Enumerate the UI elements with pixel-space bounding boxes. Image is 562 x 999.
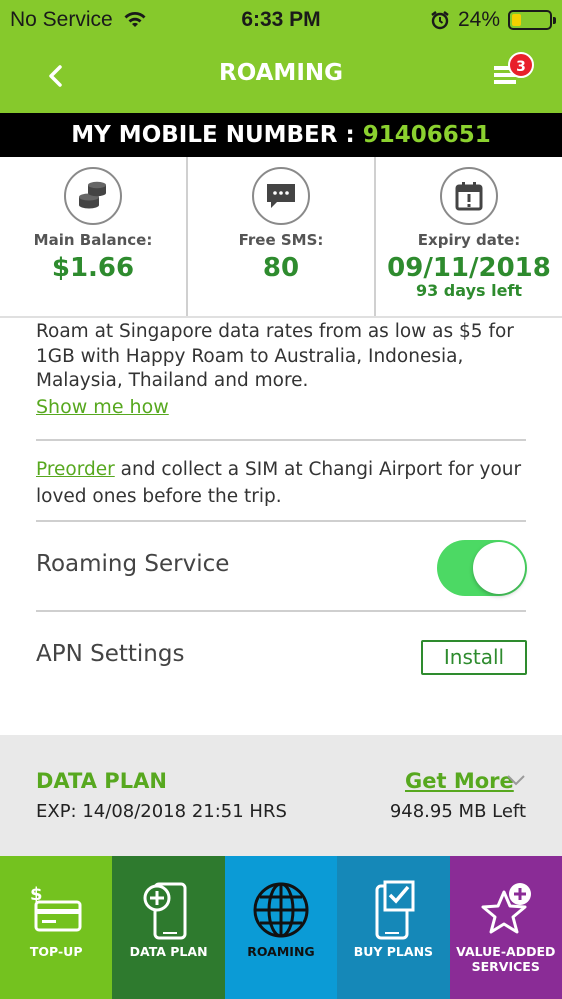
roaming-service-toggle[interactable] <box>437 540 527 596</box>
mobile-number: 91406651 <box>362 122 491 148</box>
divider <box>36 439 526 441</box>
toggle-knob <box>473 542 525 594</box>
roaming-promo-text: Roam at Singapore data rates from as low… <box>36 321 514 391</box>
main-balance-label: Main Balance: <box>33 231 153 249</box>
main-balance-value: $1.66 <box>51 253 135 283</box>
preorder-link[interactable]: Preorder <box>36 459 115 480</box>
main-balance-stat: Main Balance: $1.66 <box>0 157 186 317</box>
free-sms-value: 80 <box>262 253 300 283</box>
battery-level <box>512 14 521 26</box>
free-sms-stat: Free SMS: 80 <box>186 157 374 317</box>
preorder-text: Preorder and collect a SIM at Changi Air… <box>36 456 536 510</box>
mobile-number-bar: MY MOBILE NUMBER : 91406651 <box>0 113 562 157</box>
account-stats: Main Balance: $1.66 Free SMS: 80 Expiry … <box>0 157 562 317</box>
divider <box>36 610 526 612</box>
mobile-number-label: MY MOBILE NUMBER : <box>71 122 355 148</box>
bottom-tab-bar: $ TOP-UP DATA PLAN ROAMING BUY PLANS VAL… <box>0 856 562 999</box>
divider <box>0 316 562 318</box>
expiry-stat: Expiry date: 09/11/2018 93 days left <box>374 157 562 317</box>
tab-buy-plans[interactable]: BUY PLANS <box>337 856 450 999</box>
page-title: ROAMING <box>218 60 344 86</box>
expiry-label: Expiry date: <box>417 231 521 249</box>
status-bar: No Service 6:33 PM 24% <box>0 0 562 40</box>
roaming-service-label: Roaming Service <box>36 551 230 577</box>
tab-label: BUY PLANS <box>353 944 434 959</box>
days-left: 93 days left <box>415 281 523 300</box>
tab-data-plan[interactable]: DATA PLAN <box>112 856 225 999</box>
coins-icon <box>64 167 122 225</box>
tab-roaming[interactable]: ROAMING <box>224 856 338 999</box>
data-plan-expiry: EXP: 14/08/2018 21:51 HRS <box>36 801 287 822</box>
battery-icon <box>508 10 556 30</box>
globe-icon <box>253 882 309 938</box>
tab-label: TOP-UP <box>29 944 83 959</box>
tab-label: ROAMING <box>247 944 315 959</box>
phone-plus-icon <box>143 882 187 940</box>
calendar-alert-icon <box>440 167 498 225</box>
divider <box>36 520 526 522</box>
nav-bar: ROAMING 3 <box>0 40 562 113</box>
expiry-value: 09/11/2018 <box>387 253 551 283</box>
tab-label: VALUE-ADDED SERVICES <box>456 944 556 974</box>
chat-bubble-icon <box>252 167 310 225</box>
notification-badge[interactable]: 3 <box>508 52 534 78</box>
free-sms-label: Free SMS: <box>238 231 324 249</box>
show-me-how-link[interactable]: Show me how <box>36 396 169 418</box>
data-plan-title: DATA PLAN <box>36 769 167 793</box>
tab-label: DATA PLAN <box>129 944 208 959</box>
topup-card-icon: $ <box>30 884 82 932</box>
chevron-down-icon[interactable] <box>506 773 526 787</box>
star-plus-icon <box>481 883 531 934</box>
battery-percent: 24% <box>457 8 500 31</box>
data-plan-panel: DATA PLAN EXP: 14/08/2018 21:51 HRS Get … <box>0 735 562 856</box>
get-more-link[interactable]: Get More <box>405 769 514 793</box>
data-remaining: 948.95 MB Left <box>389 801 526 822</box>
tab-value-added-services[interactable]: VALUE-ADDED SERVICES <box>449 856 562 999</box>
tab-top-up[interactable]: $ TOP-UP <box>0 856 113 999</box>
phone-check-icon <box>375 880 415 940</box>
alarm-icon <box>431 11 449 30</box>
apn-settings-label: APN Settings <box>36 641 185 667</box>
install-button[interactable]: Install <box>421 640 527 675</box>
